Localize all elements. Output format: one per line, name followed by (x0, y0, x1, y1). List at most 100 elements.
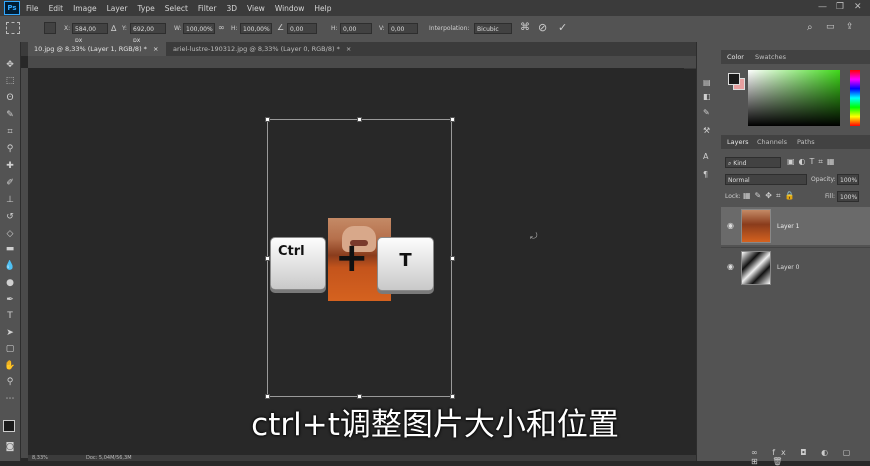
w-field[interactable]: 100,00% (183, 23, 215, 34)
layer-row-layer-0[interactable]: ◉ Layer 0 (721, 247, 870, 286)
quick-select-tool-icon[interactable]: ✎ (3, 108, 17, 122)
layer-actions-bar[interactable]: ∞ fx ◘ ◐ ▢ ⊞ 🗑 (751, 448, 870, 466)
filter-icons[interactable]: ▣◐T⌗▦ (787, 157, 839, 167)
clone-stamp-icon[interactable]: ⊥ (3, 193, 17, 207)
pen-tool-icon[interactable]: ✒ (3, 293, 17, 307)
hand-tool-icon[interactable]: ✋ (3, 359, 17, 373)
color-panel-header: Color Swatches (721, 50, 870, 64)
eraser-tool-icon[interactable]: ◇ (3, 227, 17, 241)
w-label: W: (174, 25, 182, 32)
interpolation-select[interactable]: Bicubic (474, 23, 512, 34)
blend-mode-select[interactable]: Normal (725, 174, 807, 185)
minimize-icon[interactable]: — (818, 2, 827, 12)
menu-type[interactable]: Type (138, 4, 155, 13)
path-select-icon[interactable]: ➤ (3, 326, 17, 340)
menu-help[interactable]: Help (314, 4, 331, 13)
opacity-label: Opacity: (811, 176, 836, 183)
character-panel-icon[interactable]: A (703, 152, 708, 161)
tab-ariel-lustre[interactable]: ariel-lustre-190312.jpg @ 8,33% (Layer 0… (167, 42, 357, 56)
close-icon[interactable]: ✕ (854, 2, 862, 12)
menu-layer[interactable]: Layer (107, 4, 128, 13)
tab-channels[interactable]: Channels (757, 138, 787, 146)
share-icon[interactable]: ⇪ (846, 22, 854, 32)
zoom-tool-icon[interactable]: ⚲ (3, 375, 17, 389)
vskew-label: V: (379, 25, 385, 32)
warp-icon[interactable]: ⌘ (520, 22, 530, 33)
link-icon[interactable]: ∞ (218, 23, 225, 32)
fill-field[interactable]: 100% (837, 191, 859, 202)
foreground-color-chip[interactable] (728, 73, 740, 85)
brush-panel-icon[interactable]: ✎ (703, 108, 710, 117)
blur-tool-icon[interactable]: 💧 (3, 259, 17, 273)
h-field[interactable]: 100,00% (240, 23, 272, 34)
tab-layers[interactable]: Layers (727, 138, 749, 146)
layer-row-layer-1[interactable]: ◉ Layer 1 (721, 207, 870, 245)
delta-icon[interactable]: ∆ (111, 24, 116, 33)
restore-icon[interactable]: ❐ (836, 2, 844, 12)
adjustments-panel-icon[interactable]: ⚒ (703, 126, 710, 135)
crop-tool-icon[interactable]: ⌗ (3, 125, 17, 139)
lasso-tool-icon[interactable]: ʘ (3, 91, 17, 105)
tab-color[interactable]: Color (727, 53, 744, 61)
history-brush-icon[interactable]: ↺ (3, 210, 17, 224)
x-label: X: (64, 25, 71, 32)
brush-tool-icon[interactable]: ✐ (3, 176, 17, 190)
menu-view[interactable]: View (247, 4, 265, 13)
x-field[interactable]: 584,00 px (72, 23, 108, 44)
layer-name[interactable]: Layer 0 (777, 264, 799, 271)
color-field[interactable] (748, 70, 840, 126)
right-panels: Color Swatches Layers Channels Paths ⌕ K… (721, 42, 870, 466)
y-field[interactable]: 692,00 px (130, 23, 166, 44)
tab-close-icon[interactable]: × (153, 45, 158, 53)
type-tool-icon[interactable]: T (3, 309, 17, 323)
search-icon[interactable]: ⌕ (807, 22, 813, 33)
properties-panel-icon[interactable]: ◧ (703, 92, 711, 101)
cancel-transform-icon[interactable]: ⊘ (538, 21, 547, 34)
visibility-eye-icon[interactable]: ◉ (727, 262, 735, 271)
transform-tool-icon[interactable] (6, 22, 20, 34)
transform-handle[interactable] (357, 117, 362, 122)
tab-swatches[interactable]: Swatches (755, 53, 786, 61)
eyedropper-tool-icon[interactable]: ⚲ (3, 142, 17, 156)
commit-transform-icon[interactable]: ✓ (558, 21, 567, 34)
layer-kind-filter[interactable]: ⌕ Kind (725, 157, 781, 168)
hue-slider[interactable] (850, 70, 860, 126)
history-panel-icon[interactable]: ▤ (703, 78, 711, 87)
menu-filter[interactable]: Filter (198, 4, 217, 13)
angle-field[interactable]: 0,00 (287, 23, 317, 34)
tab-close-icon[interactable]: × (346, 45, 351, 53)
shape-tool-icon[interactable]: ▢ (3, 342, 17, 356)
paragraph-panel-icon[interactable]: ¶ (703, 170, 708, 179)
reference-point-icon[interactable] (44, 22, 56, 34)
transform-handle[interactable] (450, 117, 455, 122)
t-key-graphic: T (377, 237, 434, 291)
menu-edit[interactable]: Edit (49, 4, 64, 13)
move-tool-icon[interactable]: ✥ (3, 58, 17, 72)
zoom-level[interactable]: 8,33% (32, 455, 48, 461)
menu-image[interactable]: Image (73, 4, 97, 13)
hskew-field[interactable]: 0,00 (340, 23, 372, 34)
vskew-field[interactable]: 0,00 (388, 23, 418, 34)
lock-label: Lock: (725, 193, 741, 200)
angle-icon: ∠ (277, 23, 285, 32)
lock-icons[interactable]: ▦✎✥⌗🔒 (743, 191, 798, 201)
dodge-tool-icon[interactable]: ● (3, 276, 17, 290)
layer-name[interactable]: Layer 1 (777, 223, 799, 230)
menu-3d[interactable]: 3D (226, 4, 237, 13)
interpolation-label: Interpolation: (429, 25, 470, 32)
menu-window[interactable]: Window (275, 4, 305, 13)
transform-handle[interactable] (265, 117, 270, 122)
gradient-tool-icon[interactable]: ▬ (3, 242, 17, 256)
opacity-field[interactable]: 100% (837, 174, 859, 185)
workspace-icon[interactable]: ▭ (826, 22, 835, 32)
marquee-tool-icon[interactable]: ⬚ (3, 74, 17, 88)
tab-10-jpg[interactable]: 10.jpg @ 8,33% (Layer 1, RGB/8) * × (28, 42, 166, 56)
menu-select[interactable]: Select (165, 4, 188, 13)
transform-handle[interactable] (450, 256, 455, 261)
tab-paths[interactable]: Paths (797, 138, 815, 146)
ctrl-key-graphic: Ctrl (270, 237, 326, 290)
menu-file[interactable]: File (26, 4, 39, 13)
cursor-icon: ⤾ (530, 232, 538, 242)
visibility-eye-icon[interactable]: ◉ (727, 221, 735, 230)
healing-brush-icon[interactable]: ✚ (3, 159, 17, 173)
